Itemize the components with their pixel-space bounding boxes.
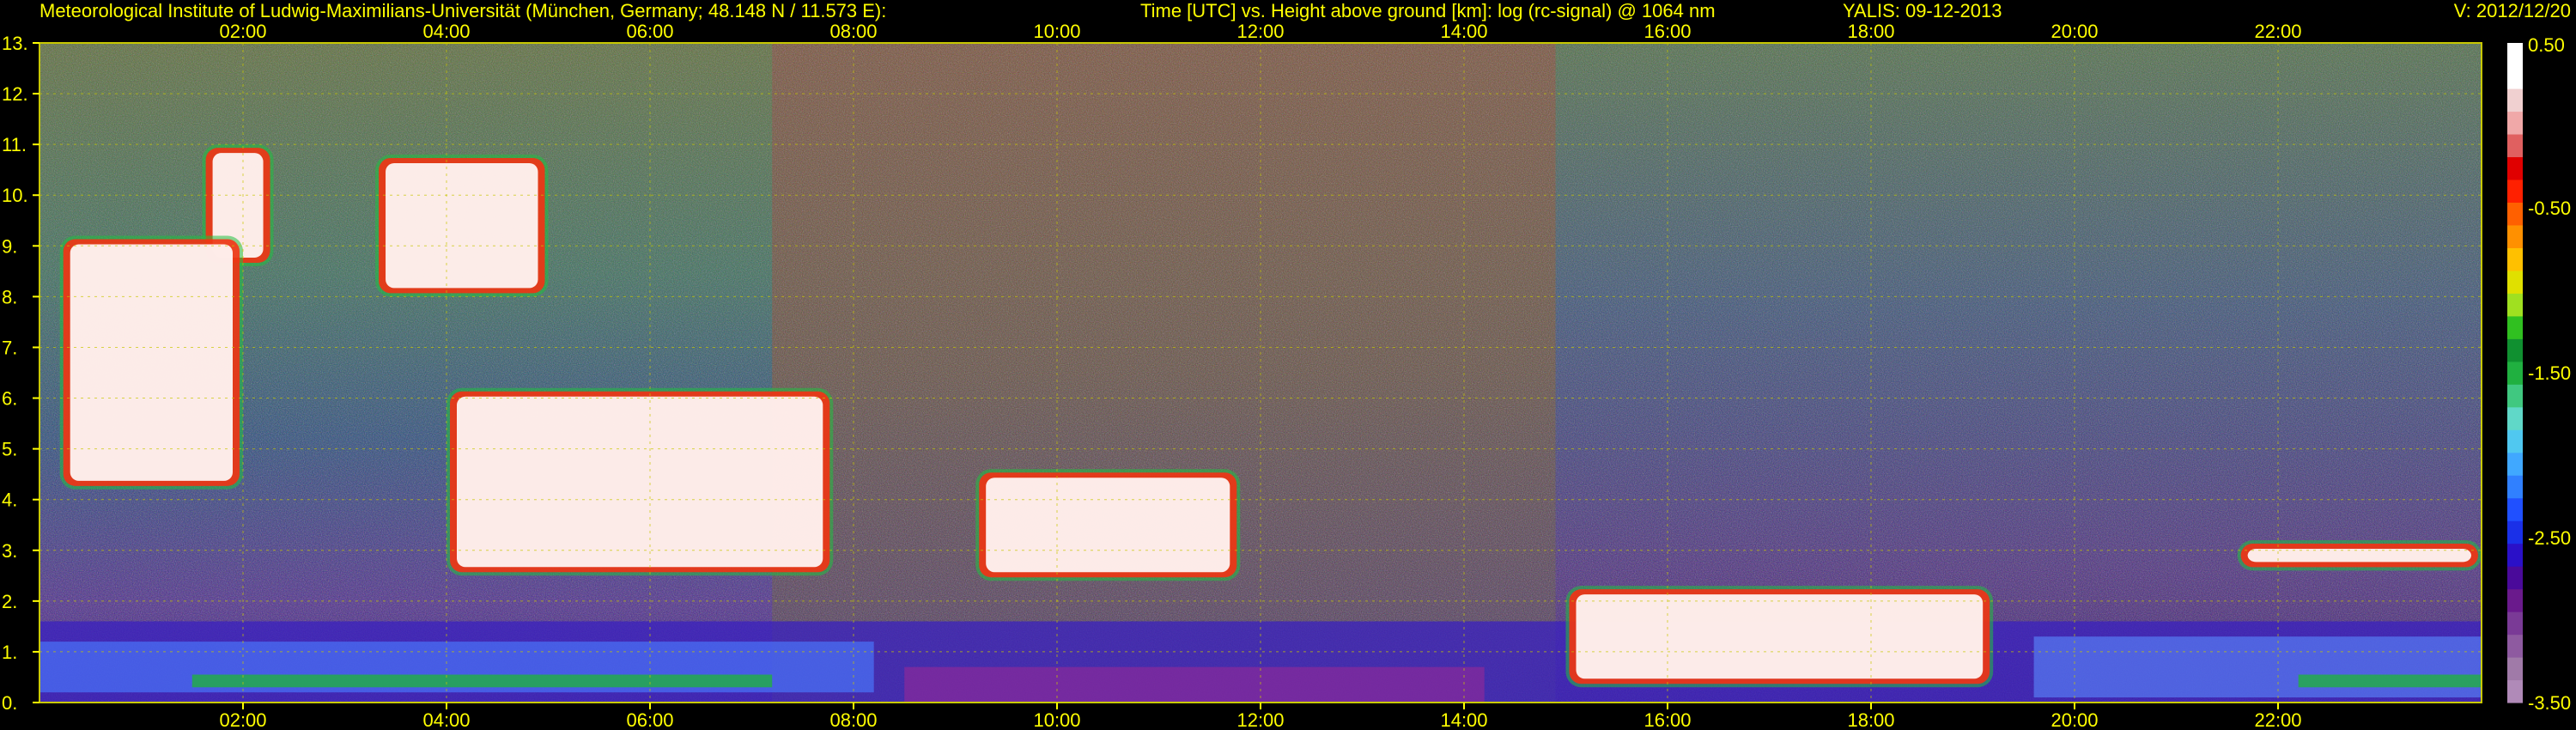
colorbar-segment [2507, 270, 2523, 294]
x-tick-label-top: 22:00 [2254, 21, 2301, 42]
colorbar-label: -3.50 [2528, 692, 2571, 714]
y-axis: 13. 12. 11. 10. 9. 8. 7. 6. 5. 4. 3. 2. 1. 0. [2, 33, 39, 714]
y-tick-label: 8. [2, 286, 17, 307]
x-tick-label-bottom: 04:00 [422, 709, 470, 730]
colorbar-segment [2507, 429, 2523, 453]
y-tick-label: 11. [2, 134, 27, 155]
y-tick-label: 10. [2, 185, 28, 206]
cloud-feature [975, 469, 1241, 581]
colorbar-segment [2507, 133, 2523, 158]
x-tick-label-top: 12:00 [1236, 21, 1284, 42]
x-tick-label-top: 14:00 [1440, 21, 1487, 42]
colorbar-segment [2507, 293, 2523, 317]
colorbar-segment [2507, 566, 2523, 590]
x-tick-label-top: 10:00 [1033, 21, 1080, 42]
cloud-feature [375, 154, 549, 297]
cloud-feature [59, 235, 243, 490]
colorbar-segment [2507, 361, 2523, 385]
x-axis-bottom: 02:00 04:00 06:00 08:00 10:00 12:00 14:00 16:00… [219, 703, 2302, 730]
colorbar-segment [2507, 179, 2523, 203]
y-tick-label: 7. [2, 337, 17, 358]
y-tick-label: 1. [2, 642, 17, 663]
lidar-heatmap-chart: 13. 12. 11. 10. 9. 8. 7. 6. 5. 4. 3. 2. 1. 0. 02:00 04… [2, 21, 2571, 730]
colorbar-segment [2507, 202, 2523, 226]
colorbar-segment [2507, 338, 2523, 362]
x-tick-label-top: 08:00 [829, 21, 877, 42]
colorbar-segment [2507, 497, 2523, 521]
colorbar-segment [2507, 247, 2523, 271]
colorbar-segment [2507, 588, 2523, 612]
x-tick-label-bottom: 10:00 [1033, 709, 1080, 730]
cloud-feature [447, 387, 834, 576]
cloud-feature-core [986, 478, 1230, 573]
colorbar-segment [2507, 43, 2523, 67]
boundary-layer-band [904, 666, 1485, 703]
cloud-feature-core [457, 396, 823, 568]
y-tick-label: 9. [2, 235, 17, 257]
x-tick-label-bottom: 14:00 [1440, 709, 1487, 730]
x-tick-label-top: 02:00 [219, 21, 266, 42]
colorbar-segment [2507, 611, 2523, 636]
colorbar-segment [2507, 657, 2523, 681]
x-tick-label-top: 06:00 [626, 21, 673, 42]
colorbar-segment [2507, 634, 2523, 658]
colorbar-segment [2507, 315, 2523, 339]
colorbar-label: -2.50 [2528, 527, 2571, 549]
colorbar-segment [2507, 88, 2523, 113]
x-tick-label-top: 20:00 [2050, 21, 2098, 42]
colorbar-segment [2507, 111, 2523, 135]
x-tick-label-bottom: 08:00 [829, 709, 877, 730]
x-tick-label-bottom: 22:00 [2254, 709, 2301, 730]
y-tick-label: 3. [2, 540, 17, 562]
aerosol-layer-band [2033, 636, 2482, 698]
y-tick-label: 4. [2, 490, 17, 511]
plot-area [39, 42, 2482, 703]
colorbar-segment [2507, 384, 2523, 408]
x-tick-label-bottom: 02:00 [219, 709, 266, 730]
y-tick-label: 6. [2, 388, 17, 410]
x-tick-label-top: 04:00 [422, 21, 470, 42]
colorbar-segment [2507, 543, 2523, 567]
y-tick-label: 13. [2, 33, 28, 54]
cloud-feature-core [1576, 594, 1984, 679]
x-tick-label-top: 18:00 [1847, 21, 1894, 42]
colorbar-segment [2507, 679, 2523, 703]
colorbar: 0.50 -0.50 -1.50 -2.50 -3.50 [2507, 34, 2571, 714]
x-tick-label-bottom: 18:00 [1847, 709, 1894, 730]
y-tick-label: 2. [2, 591, 17, 612]
cloud-feature [2237, 539, 2482, 571]
colorbar-segment [2507, 475, 2523, 499]
cloud-feature-core [386, 162, 538, 289]
colorbar-label: -0.50 [2528, 198, 2571, 219]
aerosol-layer-band [2298, 674, 2482, 688]
colorbar-label: 0.50 [2528, 34, 2565, 56]
x-tick-label-bottom: 12:00 [1236, 709, 1284, 730]
x-axis-top: 02:00 04:00 06:00 08:00 10:00 12:00 14:00 16:00… [219, 21, 2301, 42]
colorbar-segment [2507, 65, 2523, 89]
cloud-feature-core [70, 244, 233, 481]
colorbar-segment [2507, 224, 2523, 248]
y-tick-label: 0. [2, 692, 17, 714]
colorbar-segment [2507, 406, 2523, 430]
colorbar-segment [2507, 520, 2523, 544]
y-tick-label: 5. [2, 439, 17, 460]
colorbar-segment [2507, 156, 2523, 180]
x-tick-label-bottom: 06:00 [626, 709, 673, 730]
y-tick-label: 12. [2, 83, 28, 105]
cloud-feature-core [2247, 548, 2471, 563]
x-tick-label-top: 16:00 [1643, 21, 1691, 42]
x-tick-label-bottom: 20:00 [2050, 709, 2098, 730]
x-tick-label-bottom: 16:00 [1643, 709, 1691, 730]
colorbar-segment [2507, 452, 2523, 476]
aerosol-layer-band [191, 674, 773, 688]
colorbar-label: -1.50 [2528, 362, 2571, 384]
